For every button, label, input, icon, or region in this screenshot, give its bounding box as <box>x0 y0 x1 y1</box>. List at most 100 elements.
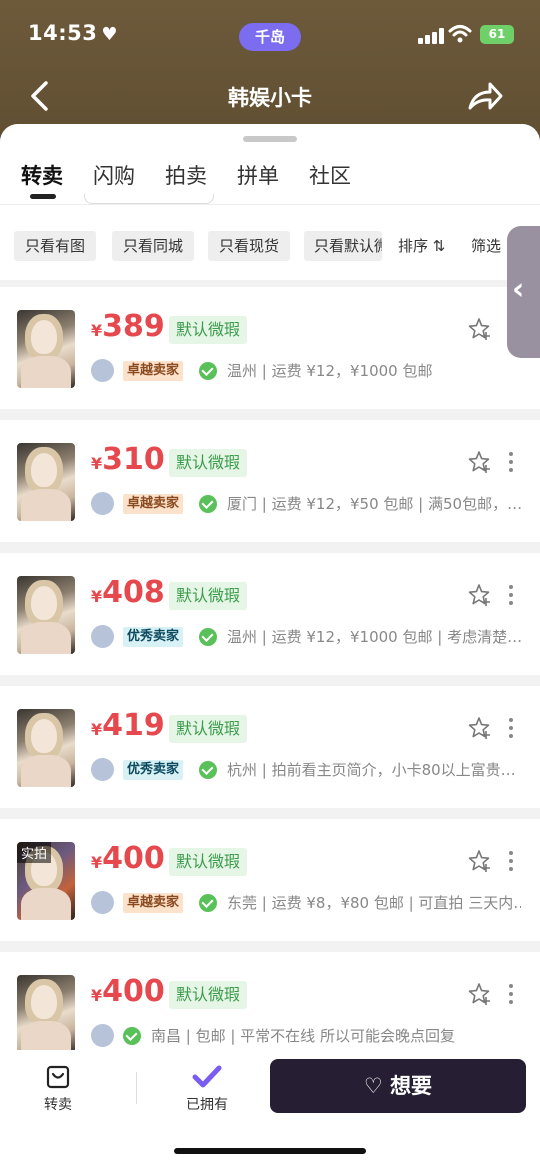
price: ¥389 <box>91 309 165 344</box>
more-icon[interactable] <box>507 585 515 607</box>
want-button[interactable]: ♡ 想要 <box>270 1059 526 1113</box>
photo-label: 实拍 <box>17 842 52 863</box>
status-time: 14:53 ♥ <box>28 21 118 45</box>
seller-badge: 卓越卖家 <box>123 893 184 913</box>
avatar[interactable] <box>91 359 114 382</box>
card-thumbnail[interactable] <box>17 709 75 787</box>
nav-bar: 韩娱小卡 <box>0 70 540 124</box>
condition-tag: 默认微瑕 <box>169 848 248 876</box>
listing-card[interactable]: ¥389 默认微瑕 卓越卖家 温州 | 运费 ¥12，¥1000 包邮 <box>0 287 540 409</box>
chevron-left-icon: ‹ <box>512 272 525 307</box>
seller-meta: 优秀卖家 温州 | 运费 ¥12，¥1000 包邮 | 考虑清楚… <box>91 625 521 649</box>
wechat-verified-icon <box>199 495 217 513</box>
owned-label: 已拥有 <box>186 1097 228 1113</box>
condition-tag: 默认微瑕 <box>169 715 248 743</box>
currency-symbol: ¥ <box>91 853 103 872</box>
listing-card[interactable]: ¥419 默认微瑕优秀卖家 杭州 | 拍前看主页简介，小卡80以上富贵… <box>0 686 540 808</box>
tab-flash[interactable]: 闪购 <box>93 160 135 190</box>
sort-button[interactable]: 排序 ⇅ <box>398 235 445 256</box>
seller-meta: 卓越卖家 厦门 | 运费 ¥12，¥50 包邮 | 满50包邮，… <box>91 492 521 516</box>
star-add-icon[interactable] <box>467 849 491 873</box>
bottom-divider <box>136 1072 137 1104</box>
wifi-icon <box>448 25 472 43</box>
seller-badge: 卓越卖家 <box>123 494 184 514</box>
avatar[interactable] <box>91 492 114 515</box>
price-value: 389 <box>102 309 165 344</box>
wechat-verified-icon <box>199 628 217 646</box>
price-value: 408 <box>102 575 165 610</box>
star-add-icon[interactable] <box>467 450 491 474</box>
condition-tag: 默认微瑕 <box>169 449 248 477</box>
tab-community[interactable]: 社区 <box>309 160 351 190</box>
signal-icon <box>418 28 444 44</box>
listing-card[interactable]: 实拍 ¥400 默认微瑕卓越卖家 东莞 | 运费 ¥8，¥80 包邮 | 可直拍 三天… <box>0 819 540 941</box>
more-icon[interactable] <box>507 718 515 740</box>
star-add-icon[interactable] <box>467 716 491 740</box>
listing-card[interactable]: ¥310 默认微瑕 卓越卖家 厦门 | 运费 ¥12，¥50 包邮 | 满50包邮，… <box>0 420 540 542</box>
wechat-verified-icon <box>199 362 217 380</box>
condition-tag: 默认微瑕 <box>169 981 248 1009</box>
share-icon[interactable] <box>466 78 504 114</box>
avatar[interactable] <box>91 625 114 648</box>
resell-label: 转卖 <box>44 1097 72 1113</box>
price-value: 419 <box>102 708 165 743</box>
filter-with-photo[interactable]: 只看有图 <box>14 231 97 261</box>
wechat-verified-icon <box>199 894 217 912</box>
sheet-grabber[interactable] <box>243 136 297 142</box>
check-icon <box>192 1065 222 1088</box>
dynamic-island-label[interactable]: 千岛 <box>239 23 301 51</box>
home-indicator <box>174 1148 366 1154</box>
listing-info: 东莞 | 运费 ¥8，¥80 包邮 | 可直拍 三天内… <box>227 894 521 912</box>
condition-tag: 默认微瑕 <box>169 316 248 344</box>
tab-auction[interactable]: 拍卖 <box>165 160 207 190</box>
content-sheet: 转卖 闪购 拍卖 拼单 社区 只看有图 只看同城 只看现货 只看默认微 排序 ⇅… <box>0 124 540 1168</box>
filter-bar: 只看有图 只看同城 只看现货 只看默认微 排序 ⇅ 筛选 <box>0 204 540 280</box>
filter-same-city[interactable]: 只看同城 <box>112 231 195 261</box>
star-add-icon[interactable] <box>467 982 491 1006</box>
star-add-icon[interactable] <box>467 583 491 607</box>
condition-tag: 默认微瑕 <box>169 582 248 610</box>
tab-bar: 转卖 闪购 拍卖 拼单 社区 <box>0 124 540 204</box>
status-bar: 14:53 ♥ 千岛 61 <box>0 18 540 54</box>
seller-meta: 卓越卖家 东莞 | 运费 ¥8，¥80 包邮 | 可直拍 三天内… <box>91 891 521 915</box>
seller-meta: 优秀卖家 杭州 | 拍前看主页简介，小卡80以上富贵… <box>91 758 521 782</box>
star-add-icon[interactable] <box>467 317 491 341</box>
listing-card[interactable]: ¥408 默认微瑕优秀卖家 温州 | 运费 ¥12，¥1000 包邮 | 考虑清楚… <box>0 553 540 675</box>
more-icon[interactable] <box>507 452 515 474</box>
resell-button[interactable]: 转卖 <box>44 1064 72 1114</box>
tab-resell[interactable]: 转卖 <box>21 160 63 190</box>
card-thumbnail[interactable] <box>17 576 75 654</box>
listing-info: 厦门 | 运费 ¥12，¥50 包邮 | 满50包邮，… <box>227 495 521 513</box>
want-label: 想要 <box>390 1074 433 1098</box>
card-thumbnail[interactable] <box>17 443 75 521</box>
filter-default-flaw[interactable]: 只看默认微 <box>304 231 382 261</box>
page-title: 韩娱小卡 <box>228 86 312 110</box>
seller-badge: 卓越卖家 <box>123 361 184 381</box>
owned-button[interactable]: 已拥有 <box>186 1064 228 1114</box>
card-thumbnail[interactable]: 实拍 <box>17 842 75 920</box>
currency-symbol: ¥ <box>91 587 103 606</box>
side-drawer-handle[interactable]: ‹ <box>507 226 540 358</box>
tab-indicator <box>30 194 56 199</box>
tab-group[interactable]: 拼单 <box>237 160 279 190</box>
price: ¥419 <box>91 708 165 743</box>
bag-icon <box>46 1065 70 1089</box>
currency-symbol: ¥ <box>91 986 103 1005</box>
avatar[interactable] <box>91 758 114 781</box>
bottom-bar: 转卖 已拥有 ♡ 想要 <box>0 1050 540 1168</box>
seller-badge: 优秀卖家 <box>123 760 184 780</box>
more-icon[interactable] <box>507 851 515 873</box>
price-value: 400 <box>102 841 165 876</box>
filter-in-stock[interactable]: 只看现货 <box>208 231 291 261</box>
avatar[interactable] <box>91 1024 114 1047</box>
heart-icon: ♡ <box>363 1074 383 1098</box>
price: ¥400 <box>91 974 165 1009</box>
filter-button[interactable]: 筛选 <box>471 235 501 256</box>
avatar[interactable] <box>91 891 114 914</box>
seller-badge: 优秀卖家 <box>123 627 184 647</box>
card-thumbnail[interactable] <box>17 310 75 388</box>
more-icon[interactable] <box>507 984 515 1006</box>
price-value: 400 <box>102 974 165 1009</box>
price-value: 310 <box>102 442 165 477</box>
card-thumbnail[interactable] <box>17 975 75 1053</box>
